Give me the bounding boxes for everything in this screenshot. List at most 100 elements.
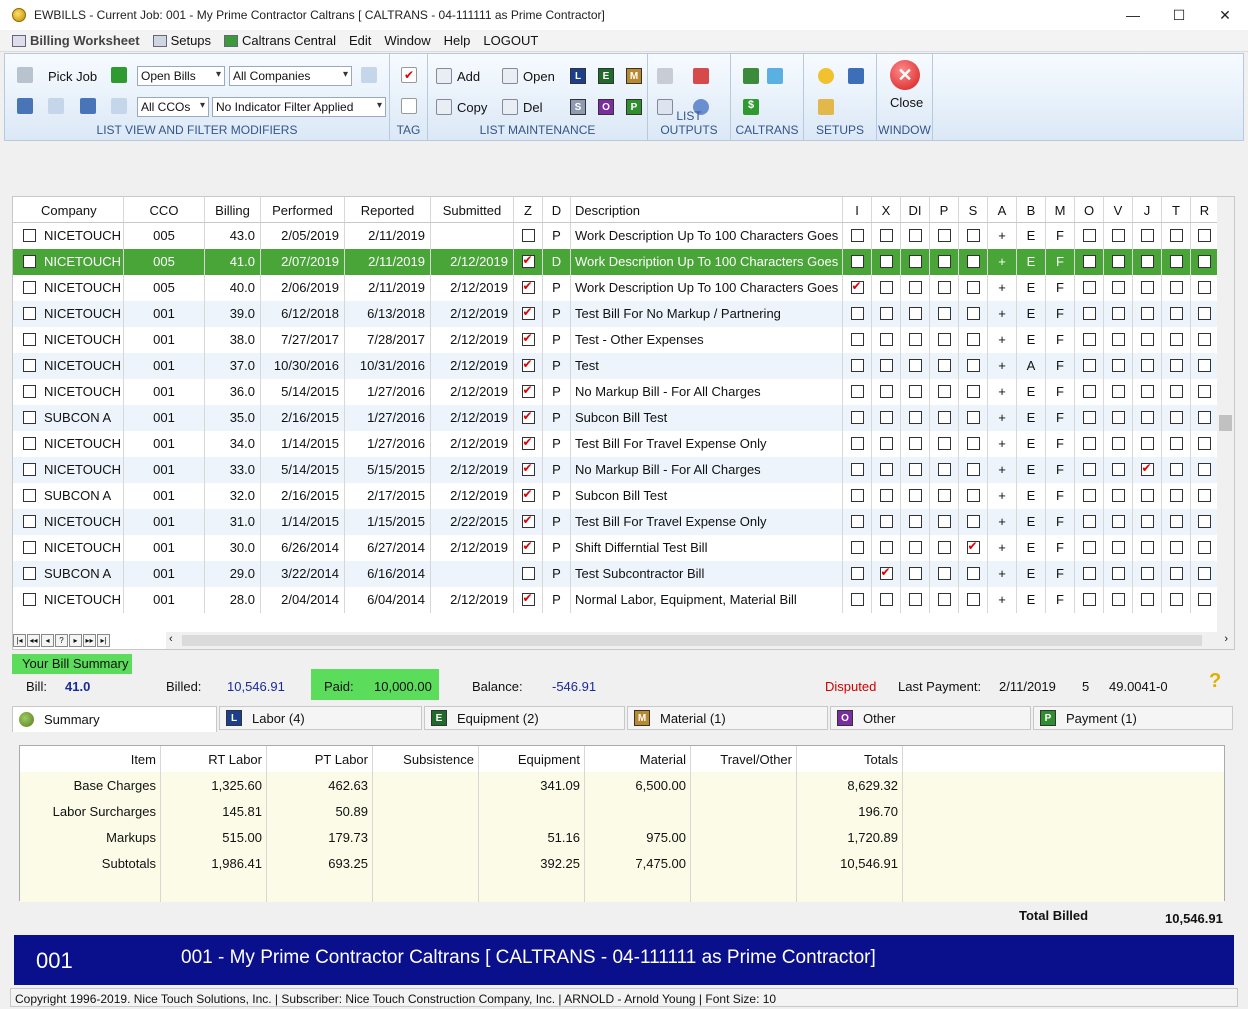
close-button[interactable]: Close	[890, 95, 923, 110]
tab-material[interactable]: M Material (1)	[627, 706, 828, 730]
row-select-checkbox[interactable]	[23, 437, 36, 450]
flag-o-checkbox[interactable]	[1082, 359, 1096, 372]
flag-di-checkbox[interactable]	[908, 515, 922, 528]
settings-gear-icon[interactable]	[818, 68, 839, 84]
flag-s-checkbox[interactable]	[966, 255, 980, 268]
flag-x-checkbox[interactable]	[879, 437, 893, 450]
all-companies-dropdown[interactable]: All Companies	[229, 66, 352, 86]
col-header-o[interactable]: O	[1075, 197, 1104, 222]
all-ccos-dropdown[interactable]: All CCOs	[137, 97, 209, 117]
close-x-icon[interactable]: ✕	[890, 60, 920, 90]
flag-j-checkbox[interactable]	[1140, 489, 1154, 502]
flag-v-checkbox[interactable]	[1111, 281, 1125, 294]
flag-o-checkbox[interactable]	[1082, 229, 1096, 242]
flag-z-checkbox[interactable]	[521, 591, 535, 606]
flag-p-checkbox[interactable]	[937, 411, 951, 424]
flag-i-checkbox[interactable]	[850, 385, 864, 398]
flag-i-checkbox[interactable]	[850, 489, 864, 502]
flag-r-checkbox[interactable]	[1198, 307, 1211, 320]
flag-z-checkbox[interactable]	[521, 305, 535, 320]
flag-p-checkbox[interactable]	[937, 541, 951, 554]
flag-s-checkbox[interactable]	[966, 229, 980, 242]
flag-v-checkbox[interactable]	[1111, 385, 1125, 398]
row-select-checkbox[interactable]	[23, 593, 36, 606]
flag-o-checkbox[interactable]	[1082, 255, 1096, 268]
arrow-right-icon[interactable]	[111, 67, 132, 83]
flag-r-checkbox[interactable]	[1198, 229, 1211, 242]
flag-z-checkbox[interactable]	[521, 229, 535, 242]
menu-edit[interactable]: Edit	[349, 33, 371, 48]
tab-payment[interactable]: P Payment (1)	[1033, 706, 1233, 730]
flag-di-checkbox[interactable]	[908, 255, 922, 268]
flag-p-checkbox[interactable]	[937, 229, 951, 242]
flag-i-checkbox[interactable]	[850, 255, 864, 268]
flag-s-checkbox[interactable]	[966, 359, 980, 372]
flag-j-checkbox[interactable]	[1140, 307, 1154, 320]
flag-di-checkbox[interactable]	[908, 593, 922, 606]
col-header-company[interactable]: Company	[13, 197, 124, 222]
flag-p-checkbox[interactable]	[937, 515, 951, 528]
flag-v-checkbox[interactable]	[1111, 229, 1125, 242]
row-select-checkbox[interactable]	[23, 333, 36, 346]
other-letter-button[interactable]: O	[598, 99, 614, 115]
flag-t-checkbox[interactable]	[1169, 359, 1183, 372]
next-page-button[interactable]: ▸▸	[83, 634, 96, 647]
pick-job-button[interactable]: Pick Job	[48, 69, 97, 84]
menu-logout[interactable]: LOGOUT	[483, 33, 538, 48]
flag-di-checkbox[interactable]	[908, 307, 922, 320]
close-window-button[interactable]: ✕	[1202, 0, 1248, 30]
col-header-i[interactable]: I	[843, 197, 872, 222]
flag-v-checkbox[interactable]	[1111, 255, 1125, 268]
flag-i-checkbox[interactable]	[850, 541, 864, 554]
flag-o-checkbox[interactable]	[1082, 411, 1096, 424]
flag-i-checkbox[interactable]	[850, 593, 864, 606]
flag-s-checkbox[interactable]	[966, 333, 980, 346]
back-icon[interactable]	[17, 67, 38, 83]
tab-labor[interactable]: L Labor (4)	[219, 706, 422, 730]
row-select-checkbox[interactable]	[23, 385, 36, 398]
flag-z-checkbox[interactable]	[521, 357, 535, 372]
table-row[interactable]: NICETOUCH 005 40.0 2/06/2019 2/11/2019 2/12/2…	[13, 275, 1219, 301]
dollar-icon[interactable]: $	[743, 99, 764, 115]
flag-p-checkbox[interactable]	[937, 333, 951, 346]
menu-billing-worksheet[interactable]: Billing Worksheet	[12, 33, 140, 48]
equipment-letter-button[interactable]: E	[598, 68, 614, 84]
col-header-d[interactable]: D	[543, 197, 571, 222]
row-select-checkbox[interactable]	[23, 411, 36, 424]
row-select-checkbox[interactable]	[23, 515, 36, 528]
flag-j-checkbox[interactable]	[1140, 593, 1154, 606]
flag-x-checkbox[interactable]	[879, 541, 893, 554]
table-row[interactable]: NICETOUCH 001 30.0 6/26/2014 6/27/2014 2/12/2…	[13, 535, 1219, 561]
col-header-s[interactable]: S	[959, 197, 988, 222]
del-button[interactable]: Del	[502, 99, 543, 115]
flag-v-checkbox[interactable]	[1111, 333, 1125, 346]
table-row[interactable]: SUBCON A 001 35.0 2/16/2015 1/27/2016 2/12/20…	[13, 405, 1219, 431]
open-button[interactable]: Open	[502, 68, 555, 84]
table-row[interactable]: SUBCON A 001 32.0 2/16/2015 2/17/2015 2/12/20…	[13, 483, 1219, 509]
subsistence-letter-button[interactable]: S	[570, 99, 586, 115]
help-icon[interactable]: ?	[1209, 670, 1221, 693]
menu-setups[interactable]: Setups	[152, 33, 211, 48]
flag-di-checkbox[interactable]	[908, 333, 922, 346]
flag-x-checkbox[interactable]	[879, 385, 893, 398]
col-header-r[interactable]: R	[1191, 197, 1219, 222]
flag-o-checkbox[interactable]	[1082, 567, 1096, 580]
flag-s-checkbox[interactable]	[966, 593, 980, 606]
col-header-v[interactable]: V	[1104, 197, 1133, 222]
flag-x-checkbox[interactable]	[879, 281, 893, 294]
flag-x-checkbox[interactable]	[879, 255, 893, 268]
flag-x-checkbox[interactable]	[879, 565, 893, 580]
flag-v-checkbox[interactable]	[1111, 437, 1125, 450]
table-row[interactable]: NICETOUCH 005 41.0 2/07/2019 2/11/2019 2/12/2…	[13, 249, 1219, 275]
col-header-performed[interactable]: Performed	[261, 197, 345, 222]
flag-di-checkbox[interactable]	[908, 229, 922, 242]
flag-i-checkbox[interactable]	[850, 515, 864, 528]
refresh-icon[interactable]	[361, 67, 382, 83]
flag-s-checkbox[interactable]	[966, 385, 980, 398]
flag-o-checkbox[interactable]	[1082, 333, 1096, 346]
table-row[interactable]: NICETOUCH 001 36.0 5/14/2015 1/27/2016 2/12/2…	[13, 379, 1219, 405]
row-select-checkbox[interactable]	[23, 359, 36, 372]
flag-i-checkbox[interactable]	[850, 333, 864, 346]
col-header-t[interactable]: T	[1162, 197, 1191, 222]
col-header-desc[interactable]: Description	[571, 197, 843, 222]
